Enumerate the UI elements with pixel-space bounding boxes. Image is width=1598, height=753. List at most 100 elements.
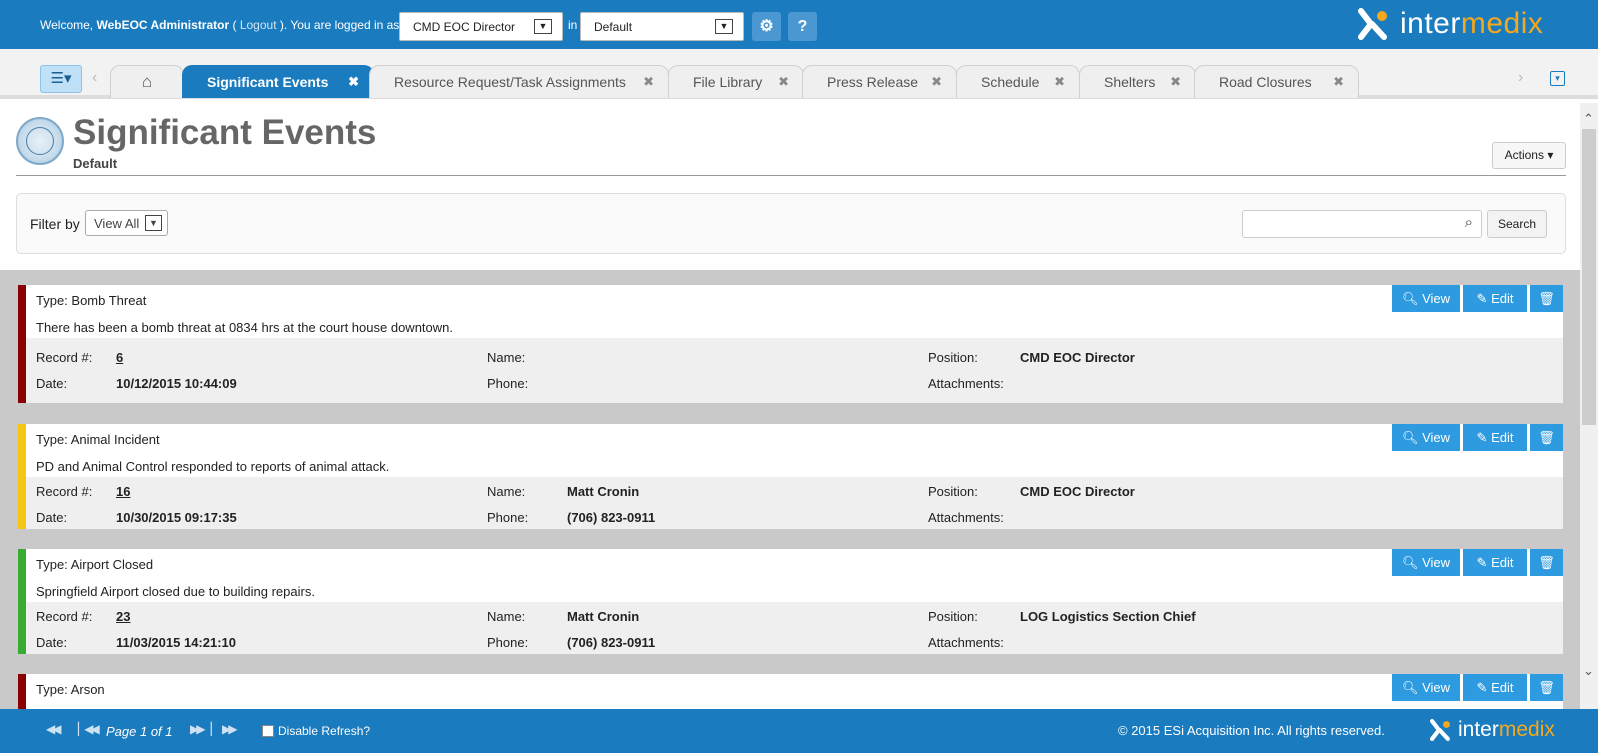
- name-label: Name:: [487, 350, 526, 365]
- edit-label: Edit: [1491, 430, 1514, 445]
- view-button[interactable]: 🔍︎ View: [1392, 674, 1460, 701]
- event-type: Type: Arson: [36, 682, 105, 697]
- tab-schedule[interactable]: Schedule ✖: [956, 65, 1080, 98]
- search-input[interactable]: ⌕: [1242, 210, 1482, 238]
- intermedix-x-icon: [1430, 719, 1450, 741]
- tab-resource-request[interactable]: Resource Request/Task Assignments ✖: [369, 65, 669, 98]
- record-label: Record #:: [36, 484, 93, 499]
- name-value: Matt Cronin: [567, 484, 640, 499]
- filter-label: Filter by: [30, 216, 80, 232]
- close-icon[interactable]: ✖: [1054, 66, 1065, 98]
- event-description: PD and Animal Control responded to repor…: [36, 459, 390, 474]
- event-card: Type: Animal Incident PD and Animal Cont…: [18, 424, 1563, 529]
- close-icon[interactable]: ✖: [931, 66, 942, 98]
- tab-scroll-left-icon[interactable]: ‹: [92, 69, 97, 87]
- user-name: WebEOC Administrator: [96, 18, 230, 32]
- magnifier-icon: 🔍︎: [1401, 680, 1419, 695]
- tab-label: Schedule: [981, 74, 1040, 90]
- page-subtitle: Default: [73, 156, 118, 171]
- search-icon[interactable]: ⌕: [1465, 214, 1473, 231]
- edit-button[interactable]: ✎ Edit: [1463, 285, 1527, 312]
- seal-inner: [26, 127, 54, 155]
- first-page-icon[interactable]: ▏◀◀: [78, 722, 100, 736]
- brand-medix: medix: [1498, 718, 1555, 741]
- intermedix-wordmark: intermedix: [1400, 8, 1543, 40]
- view-button[interactable]: 🔍︎ View: [1392, 549, 1460, 576]
- incident-select[interactable]: Default ▼: [580, 12, 744, 41]
- delete-button[interactable]: 🗑︎: [1530, 285, 1563, 312]
- record-number-link[interactable]: 16: [116, 484, 130, 499]
- filter-select[interactable]: View All ▼: [85, 210, 168, 236]
- close-icon[interactable]: ✖: [778, 66, 789, 98]
- tab-label: Resource Request/Task Assignments: [394, 74, 626, 90]
- trash-icon: 🗑︎: [1538, 291, 1555, 306]
- close-icon[interactable]: ✖: [643, 66, 654, 98]
- delete-button[interactable]: 🗑︎: [1530, 424, 1563, 451]
- rewind-icon[interactable]: ◀◀: [46, 722, 62, 736]
- settings-button[interactable]: ⚙: [752, 12, 781, 41]
- tab-significant-events[interactable]: Significant Events ✖: [182, 65, 374, 98]
- tab-home[interactable]: ⌂: [110, 65, 184, 98]
- date-value: 10/30/2015 09:17:35: [116, 510, 237, 525]
- event-type: Type: Airport Closed: [36, 557, 154, 572]
- event-card: Type: Airport Closed Springfield Airport…: [18, 549, 1563, 654]
- event-type-color-bar: [18, 674, 26, 709]
- position-value: CMD EOC Director: [1020, 350, 1135, 365]
- help-button[interactable]: ?: [788, 12, 817, 41]
- view-button[interactable]: 🔍︎ View: [1392, 285, 1460, 312]
- edit-button[interactable]: ✎ Edit: [1463, 549, 1527, 576]
- welcome-prefix: Welcome,: [40, 18, 97, 32]
- close-icon[interactable]: ✖: [348, 66, 359, 98]
- edit-icon: ✎: [1476, 680, 1488, 695]
- event-meta: Record #: 23 Date: 11/03/2015 14:21:10 N…: [26, 602, 1563, 654]
- delete-button[interactable]: 🗑︎: [1530, 549, 1563, 576]
- record-number-link[interactable]: 6: [116, 350, 123, 365]
- edit-button[interactable]: ✎ Edit: [1463, 674, 1527, 701]
- record-number-link[interactable]: 23: [116, 609, 130, 624]
- tab-list-icon[interactable]: ▾: [1550, 71, 1565, 86]
- view-button[interactable]: 🔍︎ View: [1392, 424, 1460, 451]
- tab-road-closures[interactable]: Road Closures ✖: [1194, 65, 1359, 98]
- close-icon[interactable]: ✖: [1170, 66, 1181, 98]
- event-type: Type: Bomb Threat: [36, 293, 147, 308]
- intermedix-x-icon: [1358, 8, 1387, 40]
- tab-shelters[interactable]: Shelters ✖: [1079, 65, 1196, 98]
- event-type-color-bar: [18, 549, 26, 654]
- search-button[interactable]: Search: [1487, 210, 1547, 238]
- attachments-label: Attachments:: [928, 510, 1004, 525]
- disable-refresh-label: Disable Refresh?: [278, 724, 371, 738]
- disable-refresh-checkbox[interactable]: [262, 725, 274, 737]
- last-page-icon[interactable]: ▶▶▕: [190, 722, 212, 736]
- date-value: 10/12/2015 10:44:09: [116, 376, 237, 391]
- event-type: Type: Animal Incident: [36, 432, 160, 447]
- vertical-scrollbar[interactable]: ⌃ ⌄: [1580, 103, 1598, 709]
- edit-icon: ✎: [1476, 430, 1488, 445]
- filter-select-value: View All: [94, 216, 140, 231]
- delete-button[interactable]: 🗑︎: [1530, 674, 1563, 701]
- scroll-up-icon[interactable]: ⌃: [1583, 111, 1594, 127]
- edit-label: Edit: [1491, 291, 1514, 306]
- copyright-text: © 2015 ESi Acquisition Inc. All rights r…: [1118, 723, 1385, 738]
- menu-button[interactable]: ☰▾: [40, 65, 82, 93]
- tab-label: Press Release: [827, 74, 919, 90]
- edit-button[interactable]: ✎ Edit: [1463, 424, 1527, 451]
- event-card: Type: Bomb Threat There has been a bomb …: [18, 285, 1563, 403]
- tab-file-library[interactable]: File Library ✖: [668, 65, 804, 98]
- tab-press-release[interactable]: Press Release ✖: [802, 65, 957, 98]
- scroll-down-icon[interactable]: ⌄: [1583, 663, 1594, 679]
- name-value: Matt Cronin: [567, 609, 640, 624]
- event-type-color-bar: [18, 285, 26, 403]
- tab-scroll-right-icon[interactable]: ›: [1518, 69, 1523, 87]
- trash-icon: 🗑︎: [1538, 680, 1555, 695]
- date-label: Date:: [36, 376, 68, 391]
- position-select[interactable]: CMD EOC Director ▼: [399, 12, 563, 41]
- close-icon[interactable]: ✖: [1333, 66, 1344, 98]
- scrollbar-thumb[interactable]: [1582, 129, 1596, 425]
- fast-forward-icon[interactable]: ▶▶: [222, 722, 238, 736]
- magnifier-icon: 🔍︎: [1401, 291, 1419, 306]
- event-meta: Record #: 16 Date: 10/30/2015 09:17:35 N…: [26, 477, 1563, 529]
- logout-link[interactable]: Logout: [240, 18, 277, 32]
- actions-button[interactable]: Actions ▾: [1492, 142, 1566, 169]
- divider: [16, 175, 1566, 176]
- filter-bar: Filter by View All ▼ ⌕ Search: [16, 193, 1566, 254]
